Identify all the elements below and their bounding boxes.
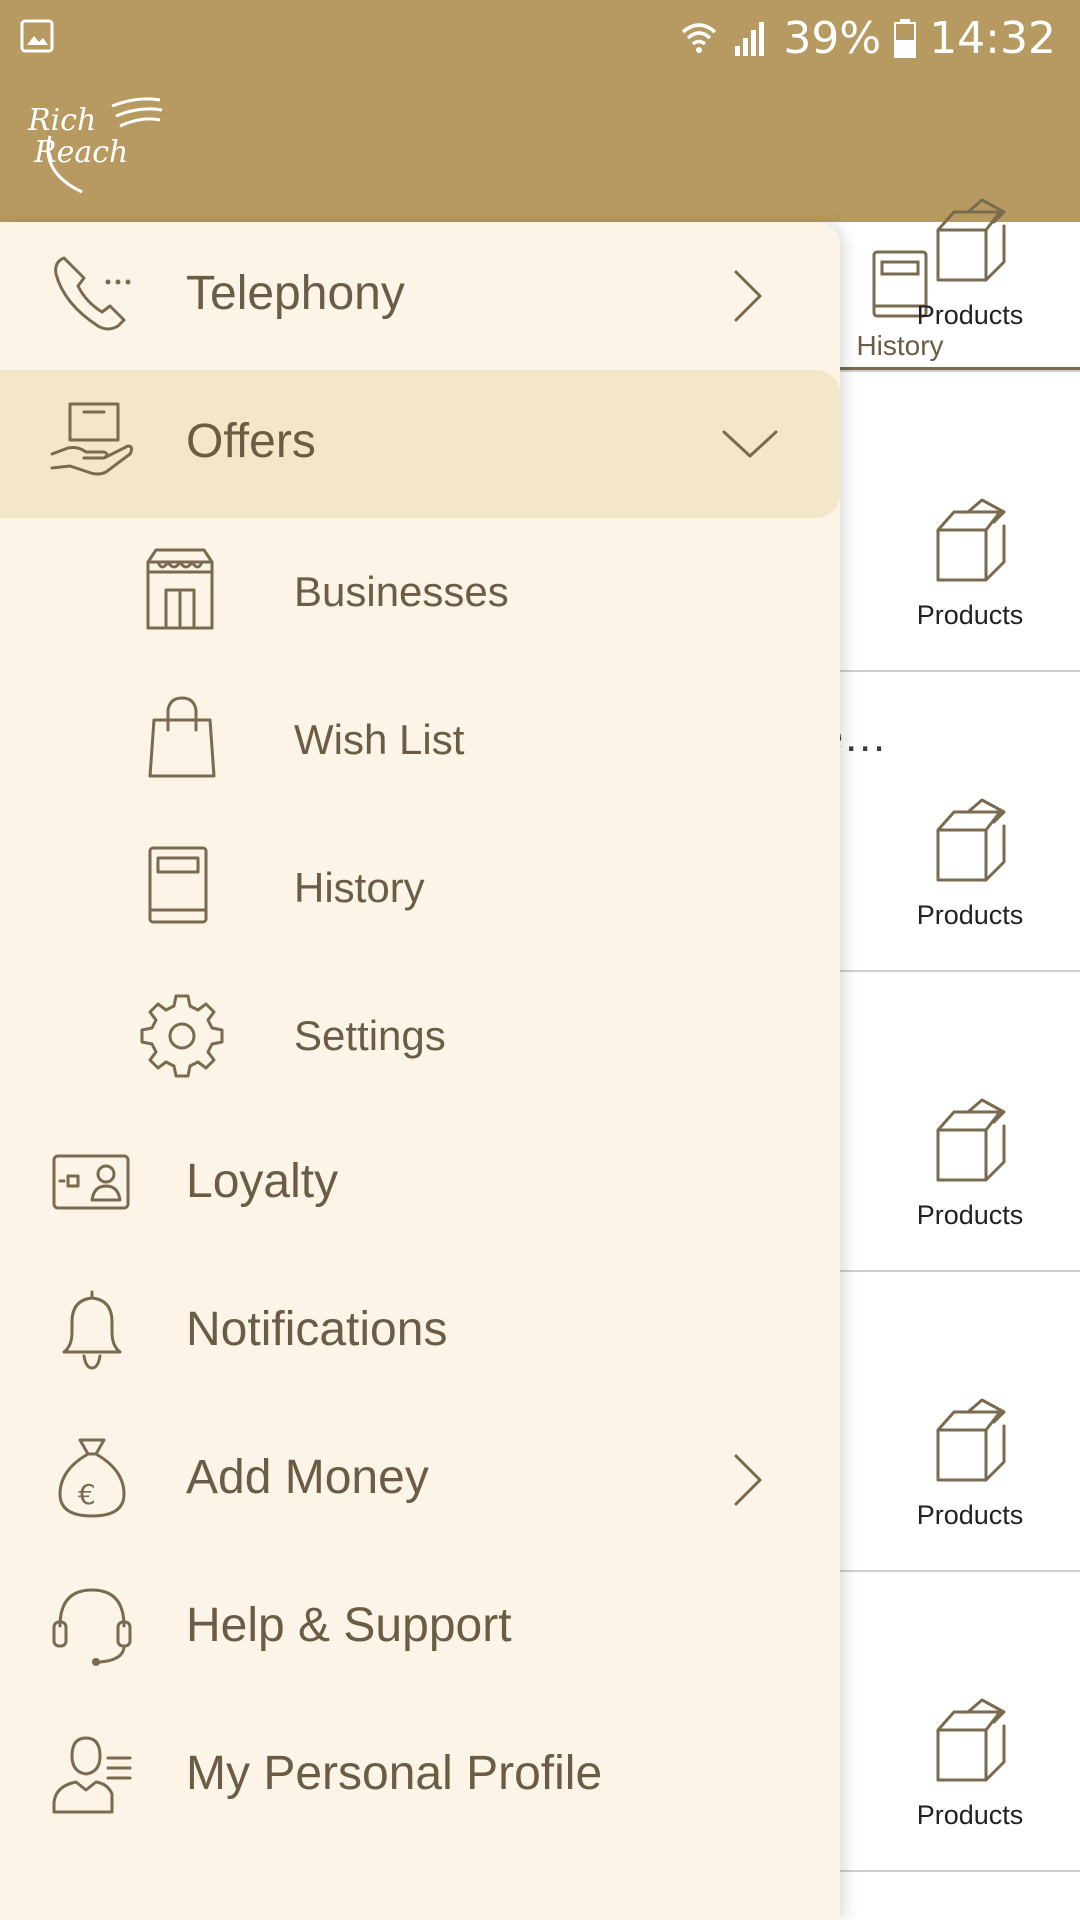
products-label: Products bbox=[916, 300, 1024, 330]
products-label: Products bbox=[916, 1500, 1024, 1530]
book-icon bbox=[148, 846, 208, 924]
gallery-notification-icon bbox=[20, 19, 54, 53]
headset-icon bbox=[52, 1588, 132, 1666]
menu-item-notifications[interactable]: Notifications bbox=[0, 1258, 840, 1406]
rich-reach-logo[interactable]: Rich Reach bbox=[20, 92, 170, 202]
menu-item-label: Loyalty bbox=[186, 1155, 339, 1208]
chevron-right-icon bbox=[734, 270, 762, 322]
products-label: Products bbox=[916, 1200, 1024, 1230]
products-box-icon[interactable] bbox=[920, 796, 1020, 886]
logo-line-rich: Rich bbox=[27, 103, 96, 138]
products-box-icon[interactable] bbox=[920, 196, 1020, 286]
menu-item-label: My Personal Profile bbox=[186, 1747, 603, 1800]
battery-icon bbox=[894, 19, 917, 58]
products-label: Products bbox=[916, 600, 1024, 630]
menu-item-label: Businesses bbox=[294, 568, 509, 615]
signal-icon bbox=[735, 22, 765, 56]
menu-item-label: Notifications bbox=[186, 1303, 448, 1356]
menu-item-telephony[interactable]: Telephony bbox=[0, 222, 840, 370]
bell-icon bbox=[62, 1290, 122, 1370]
menu-item-loyalty[interactable]: Loyalty bbox=[0, 1110, 840, 1258]
svg-text:€: € bbox=[78, 1478, 96, 1511]
menu-item-label: Offers bbox=[186, 415, 316, 468]
money-bag-icon: € bbox=[58, 1438, 126, 1518]
barcode-icon bbox=[50, 1880, 134, 1920]
navigation-drawer: Telephony Offers Businesses Wish List Hi… bbox=[0, 222, 840, 1920]
menu-item-label: Wish List bbox=[294, 716, 465, 763]
clock: 14:32 bbox=[929, 12, 1056, 64]
menu-item-partial[interactable] bbox=[0, 1850, 840, 1920]
battery-percent: 39% bbox=[783, 12, 882, 64]
gear-icon bbox=[140, 994, 224, 1078]
offers-hand-icon bbox=[50, 402, 134, 476]
wifi-icon bbox=[682, 23, 717, 53]
phone-icon bbox=[54, 256, 131, 331]
menu-item-businesses[interactable]: Businesses bbox=[0, 518, 840, 666]
products-box-icon[interactable] bbox=[920, 1696, 1020, 1786]
chevron-right-icon bbox=[734, 1454, 762, 1506]
menu-item-label: Settings bbox=[294, 1012, 446, 1059]
menu-item-label: Telephony bbox=[186, 267, 405, 320]
products-label: Products bbox=[916, 1800, 1024, 1830]
menu-item-history[interactable]: History bbox=[0, 814, 840, 962]
menu-item-label: History bbox=[294, 864, 425, 911]
store-icon bbox=[146, 548, 214, 630]
menu-item-wish-list[interactable]: Wish List bbox=[0, 666, 840, 814]
status-bar: 39% 14:32 bbox=[0, 0, 1080, 76]
id-card-icon bbox=[52, 1154, 130, 1210]
status-right: 39% 14:32 bbox=[679, 10, 1056, 66]
profile-icon bbox=[52, 1736, 132, 1814]
chevron-down-icon bbox=[722, 430, 778, 458]
menu-item-settings[interactable]: Settings bbox=[0, 962, 840, 1110]
products-box-icon[interactable] bbox=[920, 1396, 1020, 1486]
products-label: Products bbox=[916, 900, 1024, 930]
menu-item-my-personal-profile[interactable]: My Personal Profile bbox=[0, 1702, 840, 1850]
menu-item-help-support[interactable]: Help & Support bbox=[0, 1554, 840, 1702]
menu-item-label: Add Money bbox=[186, 1451, 429, 1504]
shopping-bag-icon bbox=[148, 696, 216, 778]
menu-item-add-money[interactable]: € Add Money bbox=[0, 1406, 840, 1554]
products-box-icon[interactable] bbox=[920, 496, 1020, 586]
products-box-icon[interactable] bbox=[920, 1096, 1020, 1186]
menu-item-offers[interactable]: Offers bbox=[0, 370, 840, 518]
menu-item-label: Help & Support bbox=[186, 1599, 512, 1652]
